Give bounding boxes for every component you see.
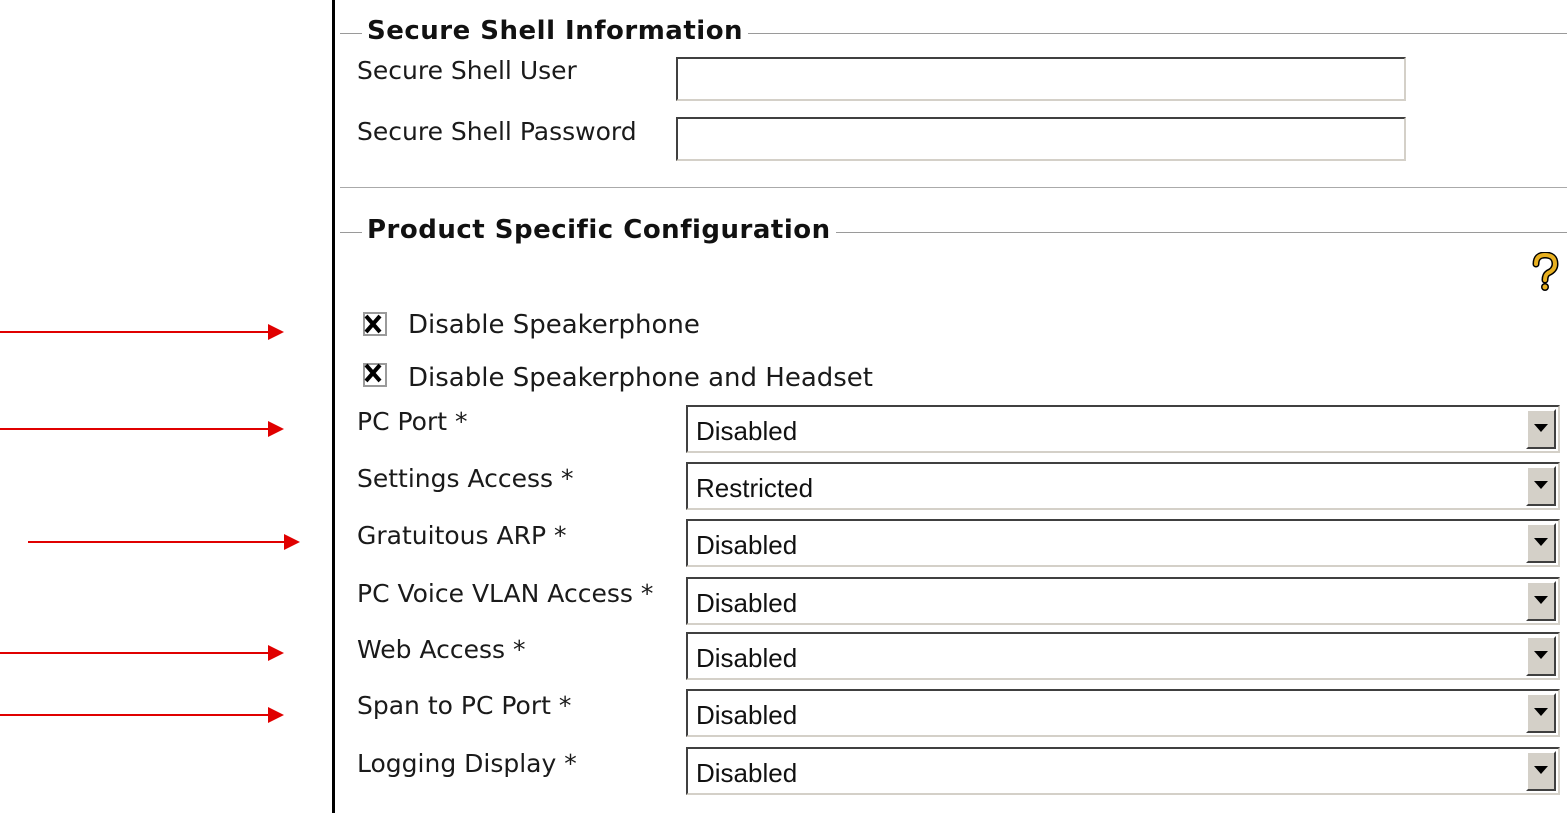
web-access-label: Web Access * [357, 635, 526, 664]
web-access-select[interactable]: Disabled [686, 632, 1560, 680]
chevron-down-icon[interactable] [1526, 466, 1556, 506]
annotation-arrow-speakerphone [0, 324, 284, 340]
pc-port-label: PC Port * [357, 407, 468, 436]
disable-speakerphone-headset-checkbox[interactable] [362, 362, 390, 388]
gratuitous-arp-label: Gratuitous ARP * [357, 521, 567, 550]
disable-speakerphone-checkbox[interactable] [362, 311, 390, 337]
annotation-arrow-pc-port [0, 421, 284, 437]
annotation-arrow-gratuitous-arp [28, 534, 300, 550]
logging-display-value: Disabled [696, 758, 798, 788]
secure-shell-password-label: Secure Shell Password [357, 117, 637, 146]
annotation-arrow-web-access [0, 645, 284, 661]
chevron-down-icon[interactable] [1526, 751, 1556, 791]
span-to-pc-port-select[interactable]: Disabled [686, 689, 1560, 737]
product-config-group: Product Specific Configuration [340, 215, 1567, 245]
pc-voice-vlan-access-value: Disabled [696, 588, 798, 618]
secure-shell-user-input[interactable] [676, 57, 1406, 101]
pc-port-value: Disabled [696, 416, 798, 446]
chevron-down-icon[interactable] [1526, 581, 1556, 621]
secure-shell-user-label: Secure Shell User [357, 56, 577, 85]
pc-voice-vlan-access-select[interactable]: Disabled [686, 577, 1560, 625]
span-to-pc-port-value: Disabled [696, 700, 798, 730]
chevron-down-icon[interactable] [1526, 409, 1556, 449]
gratuitous-arp-value: Disabled [696, 530, 798, 560]
pc-port-select[interactable]: Disabled [686, 405, 1560, 453]
gratuitous-arp-select[interactable]: Disabled [686, 519, 1560, 567]
annotation-arrow-span-to-pc-port [0, 707, 284, 723]
settings-access-select[interactable]: Restricted [686, 462, 1560, 510]
settings-access-value: Restricted [696, 473, 814, 503]
logging-display-select[interactable]: Disabled [686, 747, 1560, 795]
page-left-border [332, 0, 335, 813]
help-icon[interactable] [1530, 251, 1560, 292]
product-config-legend: Product Specific Configuration [362, 215, 836, 245]
span-to-pc-port-label: Span to PC Port * [357, 691, 572, 720]
disable-speakerphone-headset-label: Disable Speakerphone and Headset [408, 363, 873, 393]
logging-display-label: Logging Display * [357, 749, 577, 778]
chevron-down-icon[interactable] [1526, 636, 1556, 676]
web-access-value: Disabled [696, 643, 798, 673]
secure-shell-group: Secure Shell Information [340, 16, 1567, 46]
chevron-down-icon[interactable] [1526, 523, 1556, 563]
settings-access-label: Settings Access * [357, 464, 574, 493]
secure-shell-legend: Secure Shell Information [362, 16, 749, 46]
secure-shell-password-input[interactable] [676, 117, 1406, 161]
group-divider [340, 187, 1567, 188]
disable-speakerphone-label: Disable Speakerphone [408, 310, 700, 340]
pc-voice-vlan-access-label: PC Voice VLAN Access * [357, 579, 654, 608]
chevron-down-icon[interactable] [1526, 693, 1556, 733]
